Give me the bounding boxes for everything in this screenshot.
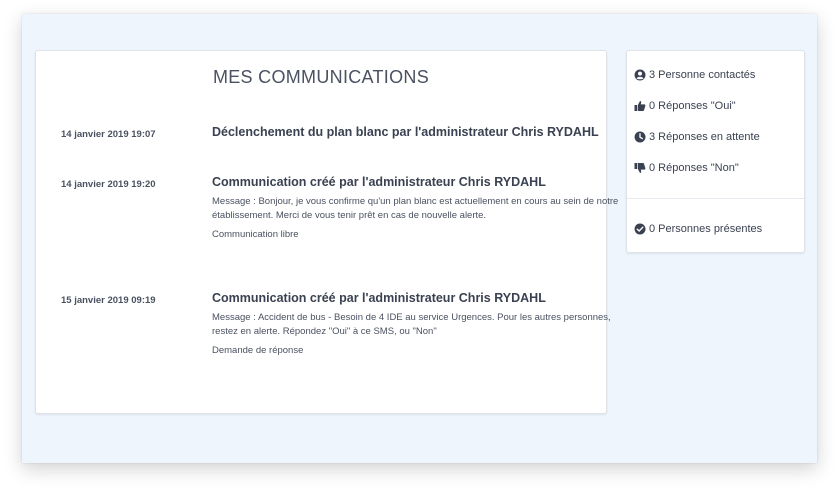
communications-panel: MES COMMUNICATIONS 14 janvier 2019 19:07… [35, 50, 618, 414]
clock-icon [634, 131, 646, 143]
divider [627, 198, 804, 199]
stat-label: 0 Réponses "Non" [649, 162, 739, 174]
stat-present: 0 Personnes présentes [634, 223, 762, 235]
communication-date: 14 janvier 2019 19:07 [61, 129, 156, 140]
stat-pending: 3 Réponses en attente [634, 131, 760, 143]
thumbs-up-icon [634, 100, 646, 112]
thumbs-down-icon [634, 162, 646, 174]
communication-message: Message : Accident de bus - Besoin de 4 … [212, 312, 611, 337]
communication-title: Communication créé par l'administrateur … [212, 175, 546, 189]
stat-label: 0 Personnes présentes [649, 223, 763, 235]
communication-type: Demande de réponse [212, 345, 304, 356]
stats-panel: 3 Personne contactés 0 Réponses "Oui" 3 … [626, 50, 805, 253]
communication-title: Déclenchement du plan blanc par l'admini… [212, 125, 599, 139]
stat-yes: 0 Réponses "Oui" [634, 100, 736, 112]
communication-date: 14 janvier 2019 19:20 [61, 179, 156, 190]
stat-label: 3 Réponses en attente [649, 131, 760, 143]
stat-label: 3 Personne contactés [649, 69, 756, 81]
app-window: MES COMMUNICATIONS 14 janvier 2019 19:07… [22, 14, 817, 463]
check-circle-icon [634, 223, 646, 235]
page-title: MES COMMUNICATIONS [212, 67, 430, 87]
communication-date: 15 janvier 2019 09:19 [61, 295, 156, 306]
stat-no: 0 Réponses "Non" [634, 162, 739, 174]
stat-contacted: 3 Personne contactés [634, 69, 755, 81]
user-circle-icon [634, 69, 646, 81]
stat-label: 0 Réponses "Oui" [649, 100, 736, 112]
communication-title: Communication créé par l'administrateur … [212, 291, 546, 305]
communication-message: Message : Bonjour, je vous confirme qu'u… [212, 196, 619, 221]
communication-type: Communication libre [212, 229, 299, 240]
